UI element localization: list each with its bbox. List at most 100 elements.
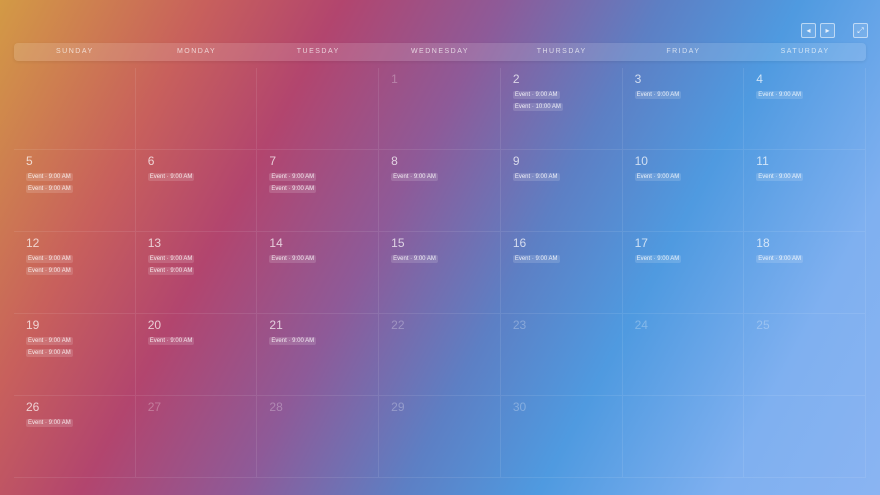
day-cell[interactable]: 12 Event · 9:00 AM Event · 9:00 AM [14, 232, 136, 314]
day-cell[interactable] [257, 68, 380, 150]
day-number: 30 [512, 400, 527, 414]
calendar-event[interactable]: Event · 9:00 AM [391, 255, 438, 263]
day-number: 5 [26, 154, 33, 168]
day-cell[interactable]: 27 [135, 396, 258, 478]
calendar-event[interactable]: Event · 9:00 AM [147, 337, 195, 345]
day-cell[interactable]: 17 Event · 9:00 AM [622, 232, 745, 314]
day-cell[interactable]: 3 Event · 9:00 AM [622, 68, 745, 150]
day-cell[interactable]: 7 Event · 9:00 AM Event · 9:00 AM [257, 150, 380, 232]
weekday-label: Wednesday [410, 48, 470, 55]
calendar-event[interactable]: Event · 9:00 AM [147, 255, 195, 263]
weekday-label: Thursday [536, 48, 587, 55]
day-cell[interactable]: 15 Event · 9:00 AM [379, 232, 501, 314]
day-number: 1 [391, 72, 398, 86]
calendar-event[interactable]: Event · 9:00 AM [269, 337, 317, 345]
weekday-label: Saturday [780, 48, 830, 55]
day-cell[interactable]: 28 [257, 396, 380, 478]
day-number [635, 400, 738, 414]
day-number [148, 72, 251, 86]
day-number: 29 [391, 400, 405, 414]
calendar-event[interactable]: Event · 9:00 AM [512, 91, 560, 99]
day-number: 17 [634, 236, 648, 250]
calendar-event[interactable]: Event · 9:00 AM [756, 91, 803, 99]
day-number: 22 [391, 318, 405, 332]
calendar-event[interactable]: Event · 9:00 AM [634, 91, 682, 99]
weekday-header: Sunday Monday Tuesday Wednesday Thursday… [14, 43, 866, 61]
calendar-event[interactable]: Event · 9:00 AM [26, 185, 73, 193]
day-cell[interactable]: 11 Event · 9:00 AM [744, 150, 866, 232]
day-cell[interactable]: 4 Event · 9:00 AM [744, 68, 866, 150]
day-cell[interactable] [622, 396, 745, 478]
prev-month-button[interactable]: ◂ [801, 23, 816, 38]
day-cell[interactable]: 20 Event · 9:00 AM [135, 314, 258, 396]
calendar-event[interactable]: Event · 9:00 AM [26, 337, 73, 345]
day-cell[interactable]: 14 Event · 9:00 AM [257, 232, 380, 314]
expand-button[interactable]: ⤢ [853, 23, 868, 38]
calendar-event[interactable]: Event · 9:00 AM [634, 255, 682, 263]
weekday-label: Monday [176, 48, 217, 55]
day-number [756, 400, 859, 414]
calendar-grid: 1 2 Event · 9:00 AM Event · 10:00 AM 3 Event … [14, 68, 866, 478]
calendar-event[interactable]: Event · 10:00 AM [512, 103, 563, 111]
day-cell[interactable]: 22 [379, 314, 501, 396]
chevron-right-icon: ▸ [825, 25, 830, 35]
day-number: 7 [269, 154, 277, 168]
day-cell[interactable]: 19 Event · 9:00 AM Event · 9:00 AM [14, 314, 136, 396]
day-number: 9 [512, 154, 520, 168]
calendar-event[interactable]: Event · 9:00 AM [269, 185, 317, 193]
calendar-event[interactable]: Event · 9:00 AM [634, 173, 682, 181]
day-cell[interactable]: 30 [500, 396, 623, 478]
day-cell[interactable]: 24 [622, 314, 745, 396]
chevron-left-icon: ◂ [806, 25, 811, 35]
day-cell[interactable]: 13 Event · 9:00 AM Event · 9:00 AM [135, 232, 258, 314]
day-cell[interactable]: 5 Event · 9:00 AM Event · 9:00 AM [14, 150, 136, 232]
day-cell[interactable]: 8 Event · 9:00 AM [379, 150, 501, 232]
calendar-nav: ◂ ▸ ⤢ [801, 23, 868, 38]
day-number: 3 [634, 72, 642, 86]
day-number: 12 [26, 236, 40, 250]
calendar-event[interactable]: Event · 9:00 AM [756, 173, 803, 181]
day-cell[interactable]: 26 Event · 9:00 AM [14, 396, 136, 478]
day-cell[interactable] [744, 396, 866, 478]
day-cell[interactable] [14, 68, 136, 150]
day-cell[interactable]: 25 [744, 314, 866, 396]
calendar-event[interactable]: Event · 9:00 AM [147, 267, 195, 275]
day-number: 4 [756, 72, 763, 86]
weekday-label: Tuesday [296, 48, 340, 55]
day-cell[interactable]: 6 Event · 9:00 AM [135, 150, 258, 232]
expand-icon: ⤢ [857, 25, 864, 35]
day-number: 20 [147, 318, 162, 332]
calendar-event[interactable]: Event · 9:00 AM [391, 173, 438, 181]
calendar-event[interactable]: Event · 9:00 AM [269, 255, 317, 263]
day-cell[interactable]: 18 Event · 9:00 AM [744, 232, 866, 314]
day-number: 25 [756, 318, 770, 332]
day-cell[interactable]: 2 Event · 9:00 AM Event · 10:00 AM [500, 68, 623, 150]
calendar-event[interactable]: Event · 9:00 AM [512, 173, 560, 181]
day-number: 14 [269, 236, 283, 250]
calendar-event[interactable]: Event · 9:00 AM [147, 173, 195, 181]
calendar-event[interactable]: Event · 9:00 AM [26, 173, 73, 181]
day-cell[interactable]: 9 Event · 9:00 AM [500, 150, 623, 232]
day-number: 15 [391, 236, 405, 250]
calendar-event[interactable]: Event · 9:00 AM [26, 267, 73, 275]
day-cell[interactable]: 10 Event · 9:00 AM [622, 150, 745, 232]
day-number [269, 72, 372, 86]
calendar-event[interactable]: Event · 9:00 AM [756, 255, 803, 263]
day-cell[interactable]: 1 [379, 68, 501, 150]
next-month-button[interactable]: ▸ [820, 23, 835, 38]
calendar-event[interactable]: Event · 9:00 AM [512, 255, 560, 263]
day-number: 2 [512, 72, 520, 86]
day-cell[interactable] [135, 68, 258, 150]
day-cell[interactable]: 23 [500, 314, 623, 396]
calendar-event[interactable]: Event · 9:00 AM [269, 173, 317, 181]
calendar-event[interactable]: Event · 9:00 AM [26, 419, 73, 427]
day-cell[interactable]: 29 [379, 396, 501, 478]
calendar-event[interactable]: Event · 9:00 AM [26, 255, 73, 263]
day-cell[interactable]: 16 Event · 9:00 AM [500, 232, 623, 314]
day-cell[interactable]: 21 Event · 9:00 AM [257, 314, 380, 396]
day-number: 21 [269, 318, 283, 332]
day-number: 19 [26, 318, 40, 332]
day-number: 8 [391, 154, 398, 168]
weekday-label: Sunday [56, 48, 94, 55]
calendar-event[interactable]: Event · 9:00 AM [26, 349, 73, 357]
